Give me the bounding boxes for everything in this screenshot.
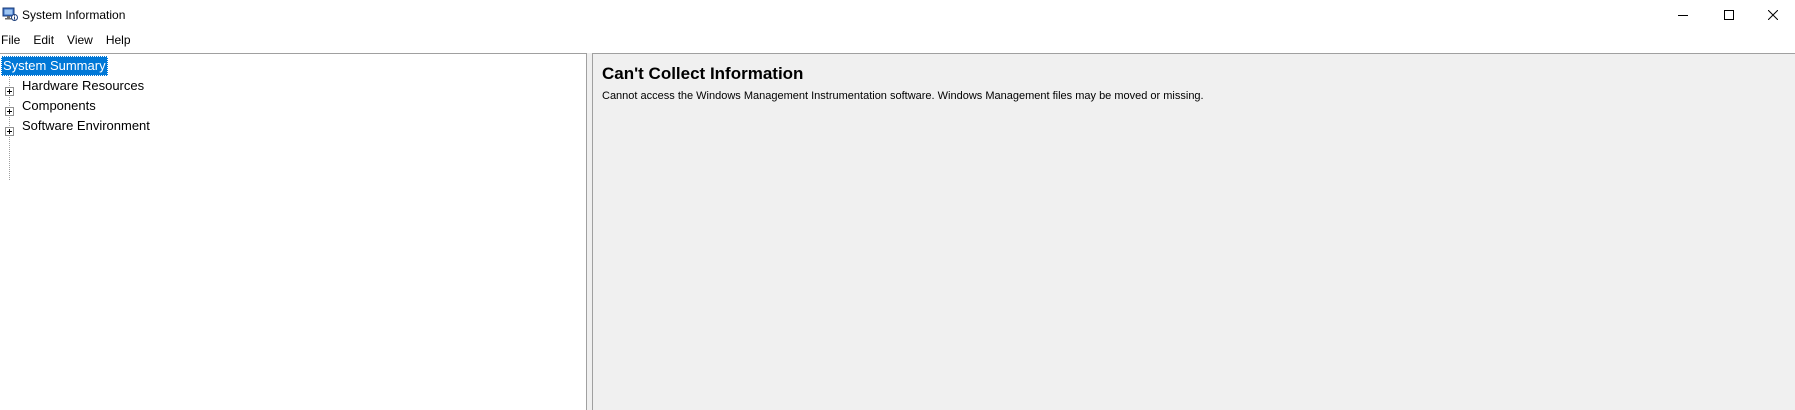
system-information-window: System Information File Edit View Help S… <box>0 0 1795 410</box>
expand-plus-icon[interactable] <box>5 82 14 96</box>
minimize-button[interactable] <box>1660 0 1706 30</box>
menu-help[interactable]: Help <box>99 30 137 50</box>
minimize-icon <box>1678 10 1688 20</box>
close-icon <box>1768 10 1778 20</box>
tree-item-label: System Summary <box>1 56 108 76</box>
tree-item-label: Components <box>22 98 96 113</box>
error-message: Cannot access the Windows Management Ins… <box>602 90 1204 102</box>
maximize-button[interactable] <box>1706 0 1752 30</box>
tree-item-label: Hardware Resources <box>22 78 145 93</box>
expand-plus-icon[interactable] <box>5 122 14 136</box>
title-bar[interactable]: System Information <box>0 0 1795 30</box>
menu-bar: File Edit View Help <box>0 30 1795 50</box>
expand-plus-icon[interactable] <box>5 102 14 116</box>
system-information-icon[interactable] <box>2 6 18 22</box>
menu-edit[interactable]: Edit <box>26 30 60 50</box>
error-title: Can't Collect Information <box>602 64 804 83</box>
tree-item-label: Software Environment <box>22 118 150 133</box>
menu-view[interactable]: View <box>60 30 99 50</box>
close-button[interactable] <box>1750 0 1795 30</box>
category-tree[interactable]: System Summary Hardware Resources Compon… <box>0 53 587 410</box>
details-pane: Can't Collect Information Cannot access … <box>592 53 1795 410</box>
window-title: System Information <box>22 8 126 22</box>
menu-file[interactable]: File <box>0 30 26 50</box>
maximize-icon <box>1724 10 1734 20</box>
